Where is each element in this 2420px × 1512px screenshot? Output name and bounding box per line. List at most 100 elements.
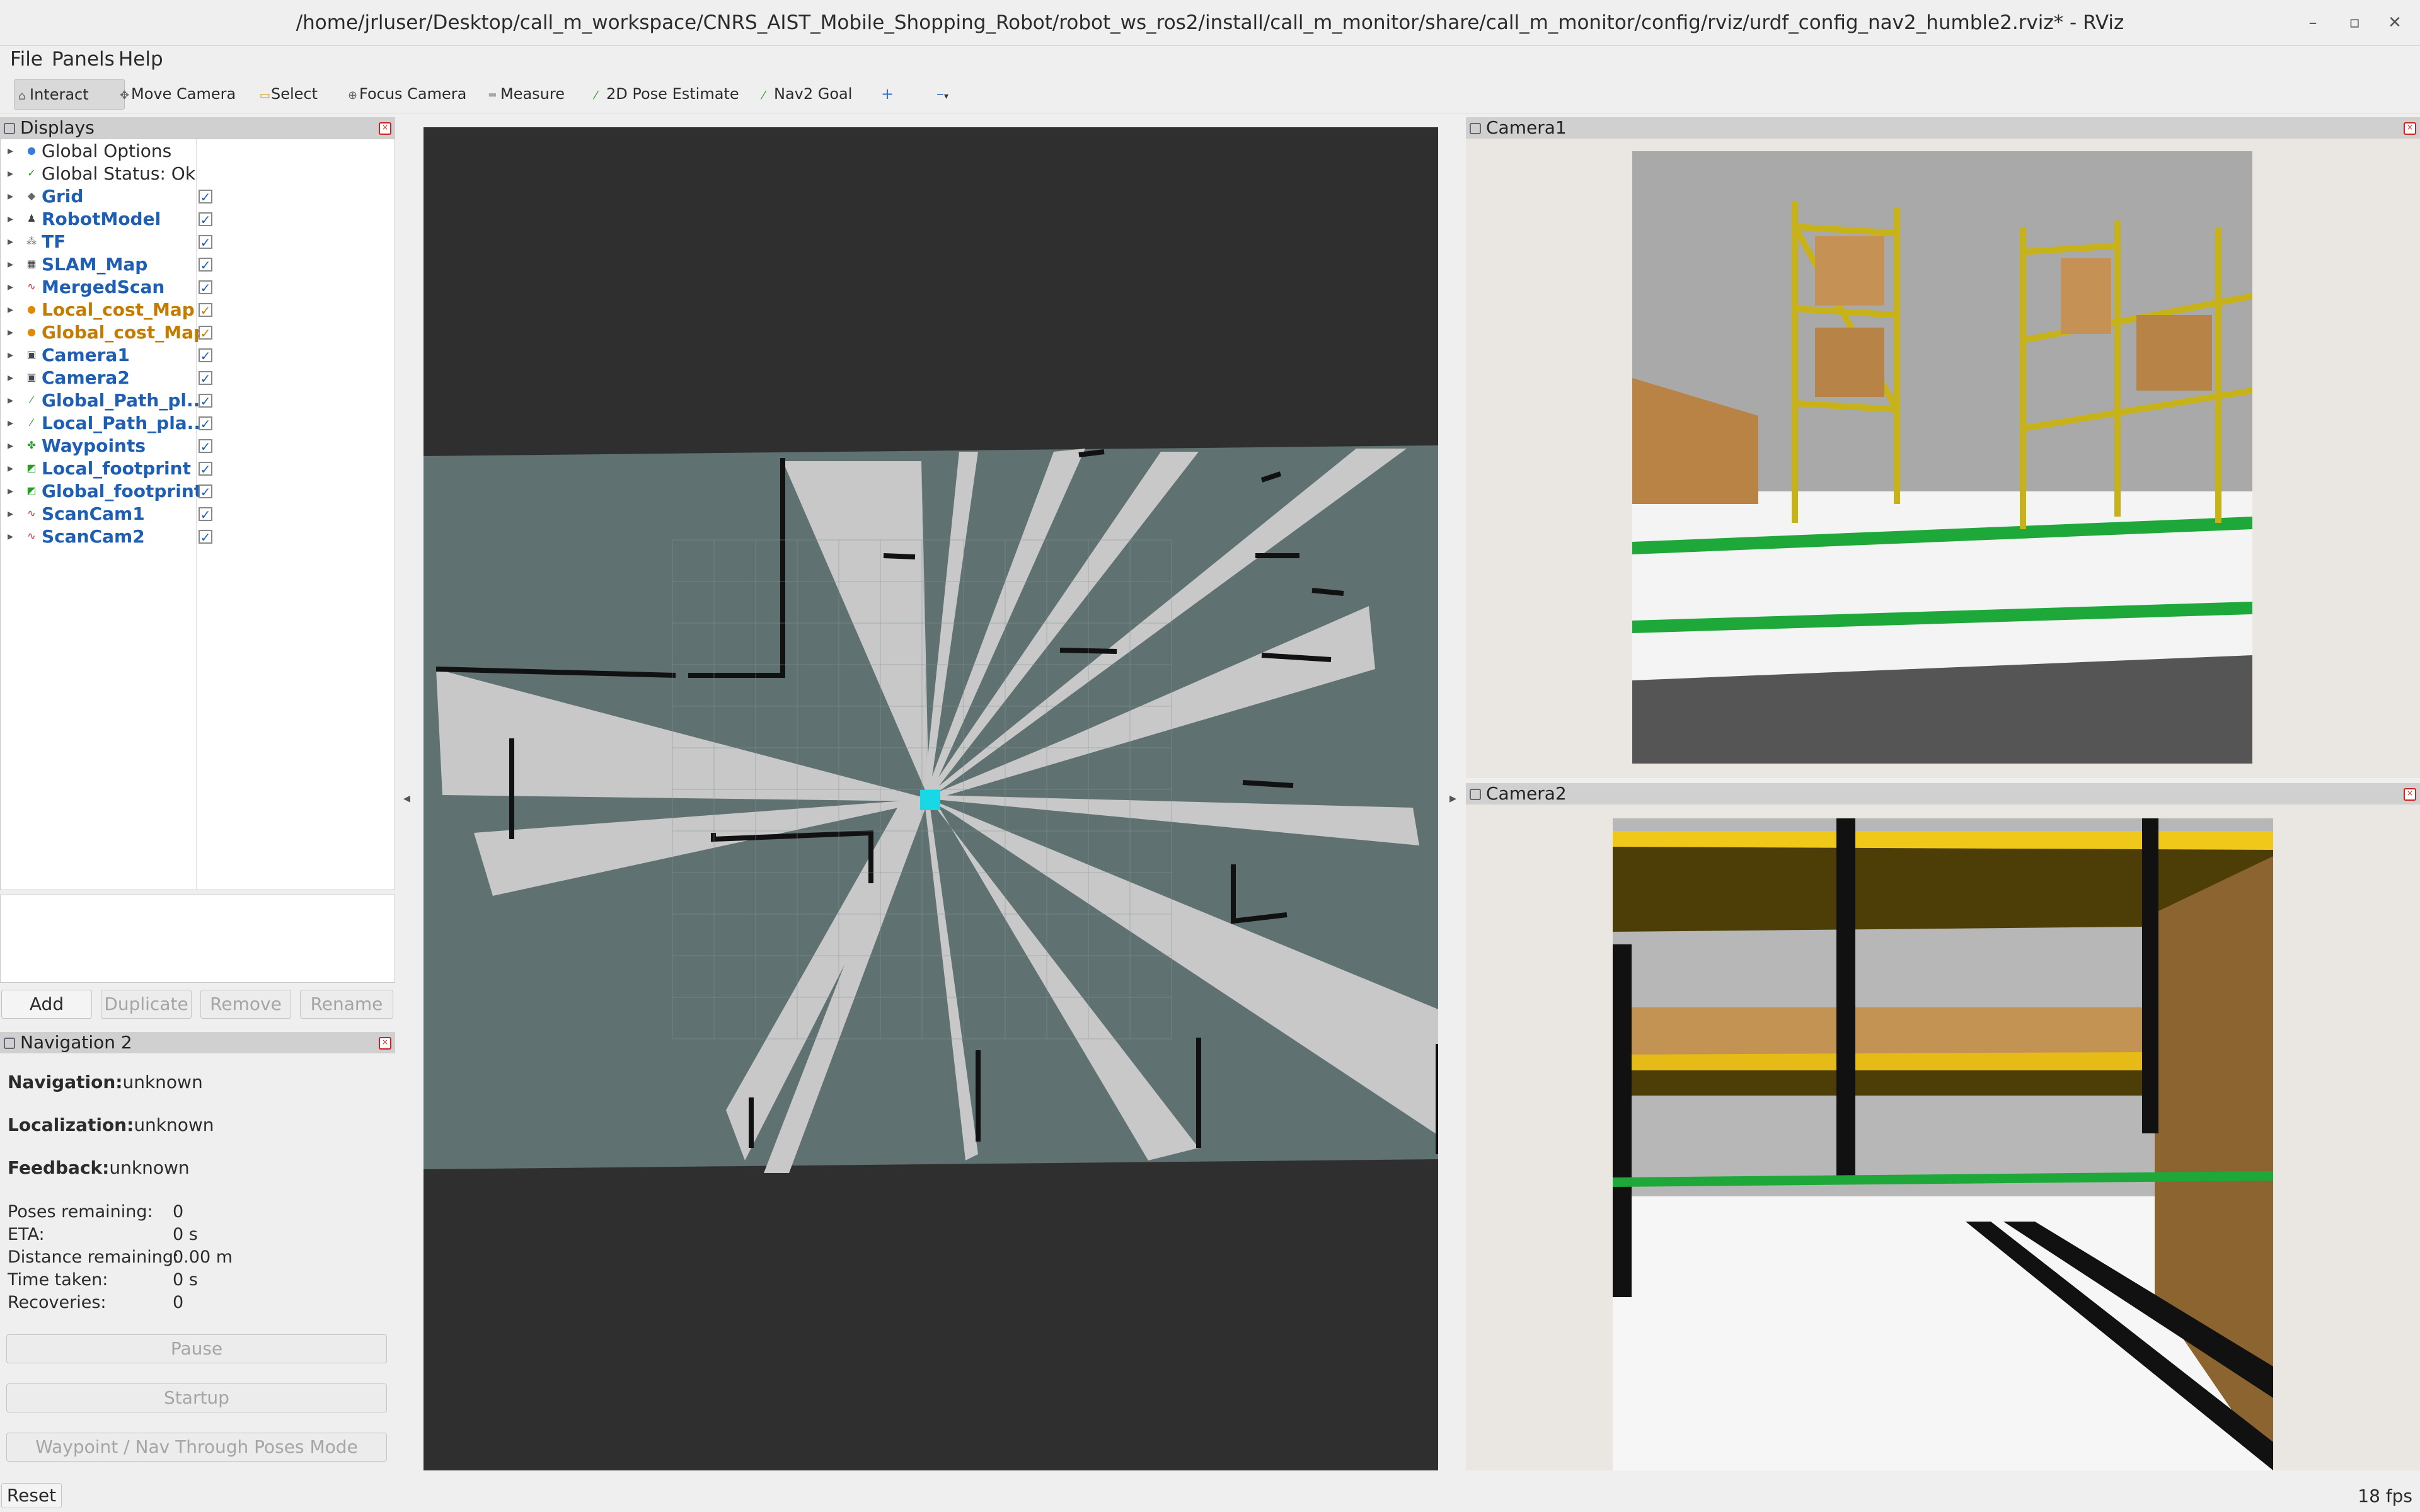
camera1-image [1632, 151, 2252, 764]
add-display-button[interactable]: Add [1, 990, 92, 1019]
pose-estimate-tool-button[interactable]: ⁄ 2D Pose Estimate [591, 79, 743, 108]
display-enable-checkbox[interactable]: ✓ [199, 371, 212, 385]
display-item-label: Local_footprint [42, 458, 191, 479]
display-item[interactable]: ▸ ∿ MergedScan ✓ [0, 276, 391, 299]
expand-arrow-icon[interactable]: ▸ [8, 367, 13, 389]
measure-tool-button[interactable]: ═ Measure [485, 79, 568, 108]
robot-marker[interactable] [920, 790, 940, 810]
menu-panels[interactable]: Panels [52, 46, 115, 73]
display-item[interactable]: ▸ ✓ Global Status: Ok [0, 163, 391, 185]
display-item[interactable]: ▸ ◩ Local_footprint ✓ [0, 457, 391, 480]
displays-tree-rows: ▸ ● Global Options ▸ ✓ Global Status: Ok ▸ ◆ Gri… [0, 140, 395, 694]
minimize-icon[interactable]: – [2300, 10, 2325, 35]
expand-arrow-icon[interactable]: ▸ [8, 480, 13, 503]
expand-arrow-icon[interactable]: ▸ [8, 140, 13, 163]
startup-button[interactable]: Startup [6, 1383, 387, 1412]
remove-tool-button[interactable]: –▾ [933, 79, 952, 108]
panel-close-icon[interactable]: × [379, 122, 391, 135]
select-tool-button[interactable]: ▭Select [256, 79, 321, 108]
display-item[interactable]: ▸ ● Global_cost_Map ✓ [0, 321, 391, 344]
rename-display-button[interactable]: Rename [300, 990, 393, 1019]
remove-display-button[interactable]: Remove [200, 990, 291, 1019]
expand-arrow-icon[interactable]: ▸ [8, 344, 13, 367]
expand-arrow-icon[interactable]: ▸ [8, 503, 13, 525]
focus-camera-tool-button[interactable]: ⊕ Focus Camera [344, 79, 470, 108]
panel-close-icon[interactable]: × [379, 1037, 391, 1050]
display-enable-checkbox[interactable]: ✓ [199, 212, 212, 226]
panel-close-icon[interactable]: × [2404, 788, 2416, 801]
feedback-value: unknown [109, 1157, 190, 1178]
display-item[interactable]: ▸ ⁂ TF ✓ [0, 231, 391, 253]
display-item[interactable]: ▸ ▣ Camera1 ✓ [0, 344, 391, 367]
display-enable-checkbox[interactable]: ✓ [199, 484, 212, 498]
expand-arrow-icon[interactable]: ▸ [8, 457, 13, 480]
interact-icon: ⌂ [18, 89, 26, 103]
display-enable-checkbox[interactable]: ✓ [199, 462, 212, 476]
display-enable-checkbox[interactable]: ✓ [199, 326, 212, 340]
pose-estimate-label: 2D Pose Estimate [606, 85, 739, 103]
interact-tool-button[interactable]: ⌂ Interact [14, 79, 125, 110]
display-item-label: Global_Path_pl... [42, 390, 207, 411]
expand-arrow-icon[interactable]: ▸ [8, 299, 13, 321]
expand-arrow-icon[interactable]: ▸ [8, 276, 13, 299]
expand-arrow-icon[interactable]: ▸ [8, 253, 13, 276]
move-camera-tool-button[interactable]: ✥ Move Camera [116, 79, 239, 108]
display-enable-checkbox[interactable]: ✓ [199, 348, 212, 362]
display-item[interactable]: ▸ ▦ SLAM_Map ✓ [0, 253, 391, 276]
expand-arrow-icon[interactable]: ▸ [8, 412, 13, 435]
collapse-left-icon[interactable]: ◂ [403, 791, 410, 806]
display-enable-checkbox[interactable]: ✓ [199, 303, 212, 317]
display-item[interactable]: ▸ ◩ Global_footprint ✓ [0, 480, 391, 503]
collapse-right-icon[interactable]: ▸ [1449, 791, 1456, 806]
expand-arrow-icon[interactable]: ▸ [8, 208, 13, 231]
display-enable-checkbox[interactable]: ✓ [199, 416, 212, 430]
display-item[interactable]: ▸ ● Global Options [0, 140, 391, 163]
expand-arrow-icon[interactable]: ▸ [8, 389, 13, 412]
reset-button[interactable]: Reset [1, 1483, 62, 1508]
ruler-icon: ═ [489, 89, 496, 102]
expand-arrow-icon[interactable]: ▸ [8, 321, 13, 344]
display-enable-checkbox[interactable]: ✓ [199, 530, 212, 544]
display-item[interactable]: ▸ ⁄ Global_Path_pl... ✓ [0, 389, 391, 412]
nav2-goal-tool-button[interactable]: ⁄ Nav2 Goal [759, 79, 856, 108]
stat-label: Time taken: [8, 1270, 108, 1290]
toolbar: ⌂ Interact ✥ Move Camera ▭Select ⊕ Focus Ca… [0, 74, 2420, 113]
expand-arrow-icon[interactable]: ▸ [8, 163, 13, 185]
duplicate-display-button[interactable]: Duplicate [101, 990, 192, 1019]
display-item[interactable]: ▸ ◆ Grid ✓ [0, 185, 391, 208]
display-enable-checkbox[interactable]: ✓ [199, 507, 212, 521]
menu-file[interactable]: File [10, 46, 43, 73]
expand-arrow-icon[interactable]: ▸ [8, 435, 13, 457]
grid-icon: ◆ [27, 190, 36, 202]
add-tool-button[interactable]: + [877, 79, 897, 108]
display-item[interactable]: ▸ ∿ ScanCam2 ✓ [0, 525, 391, 548]
camera2-view [1466, 805, 2420, 1470]
panel-close-icon[interactable]: × [2404, 122, 2416, 135]
display-item[interactable]: ▸ ● Local_cost_Map ✓ [0, 299, 391, 321]
feedback-label: Feedback: [8, 1157, 110, 1178]
display-enable-checkbox[interactable]: ✓ [199, 280, 212, 294]
localization-value: unknown [134, 1114, 214, 1135]
display-item[interactable]: ▸ ⁄ Local_Path_pla... ✓ [0, 412, 391, 435]
render-viewport[interactable] [424, 127, 1441, 1470]
maximize-icon[interactable]: ▫ [2342, 10, 2367, 35]
display-item[interactable]: ▸ ▣ Camera2 ✓ [0, 367, 391, 389]
stat-label: Distance remaining: [8, 1247, 180, 1267]
expand-arrow-icon[interactable]: ▸ [8, 185, 13, 208]
pause-button[interactable]: Pause [6, 1334, 387, 1363]
close-icon[interactable]: ✕ [2382, 10, 2407, 35]
display-enable-checkbox[interactable]: ✓ [199, 258, 212, 272]
display-enable-checkbox[interactable]: ✓ [199, 439, 212, 453]
displays-title: Displays [20, 117, 95, 138]
camera2-image [1613, 818, 2273, 1470]
expand-arrow-icon[interactable]: ▸ [8, 231, 13, 253]
menu-help[interactable]: Help [118, 46, 163, 73]
display-item[interactable]: ▸ ✤ Waypoints ✓ [0, 435, 391, 457]
display-enable-checkbox[interactable]: ✓ [199, 190, 212, 203]
display-item[interactable]: ▸ ♟ RobotModel ✓ [0, 208, 391, 231]
display-enable-checkbox[interactable]: ✓ [199, 235, 212, 249]
waypoint-mode-button[interactable]: Waypoint / Nav Through Poses Mode [6, 1433, 387, 1462]
display-enable-checkbox[interactable]: ✓ [199, 394, 212, 408]
display-item[interactable]: ▸ ∿ ScanCam1 ✓ [0, 503, 391, 525]
expand-arrow-icon[interactable]: ▸ [8, 525, 13, 548]
